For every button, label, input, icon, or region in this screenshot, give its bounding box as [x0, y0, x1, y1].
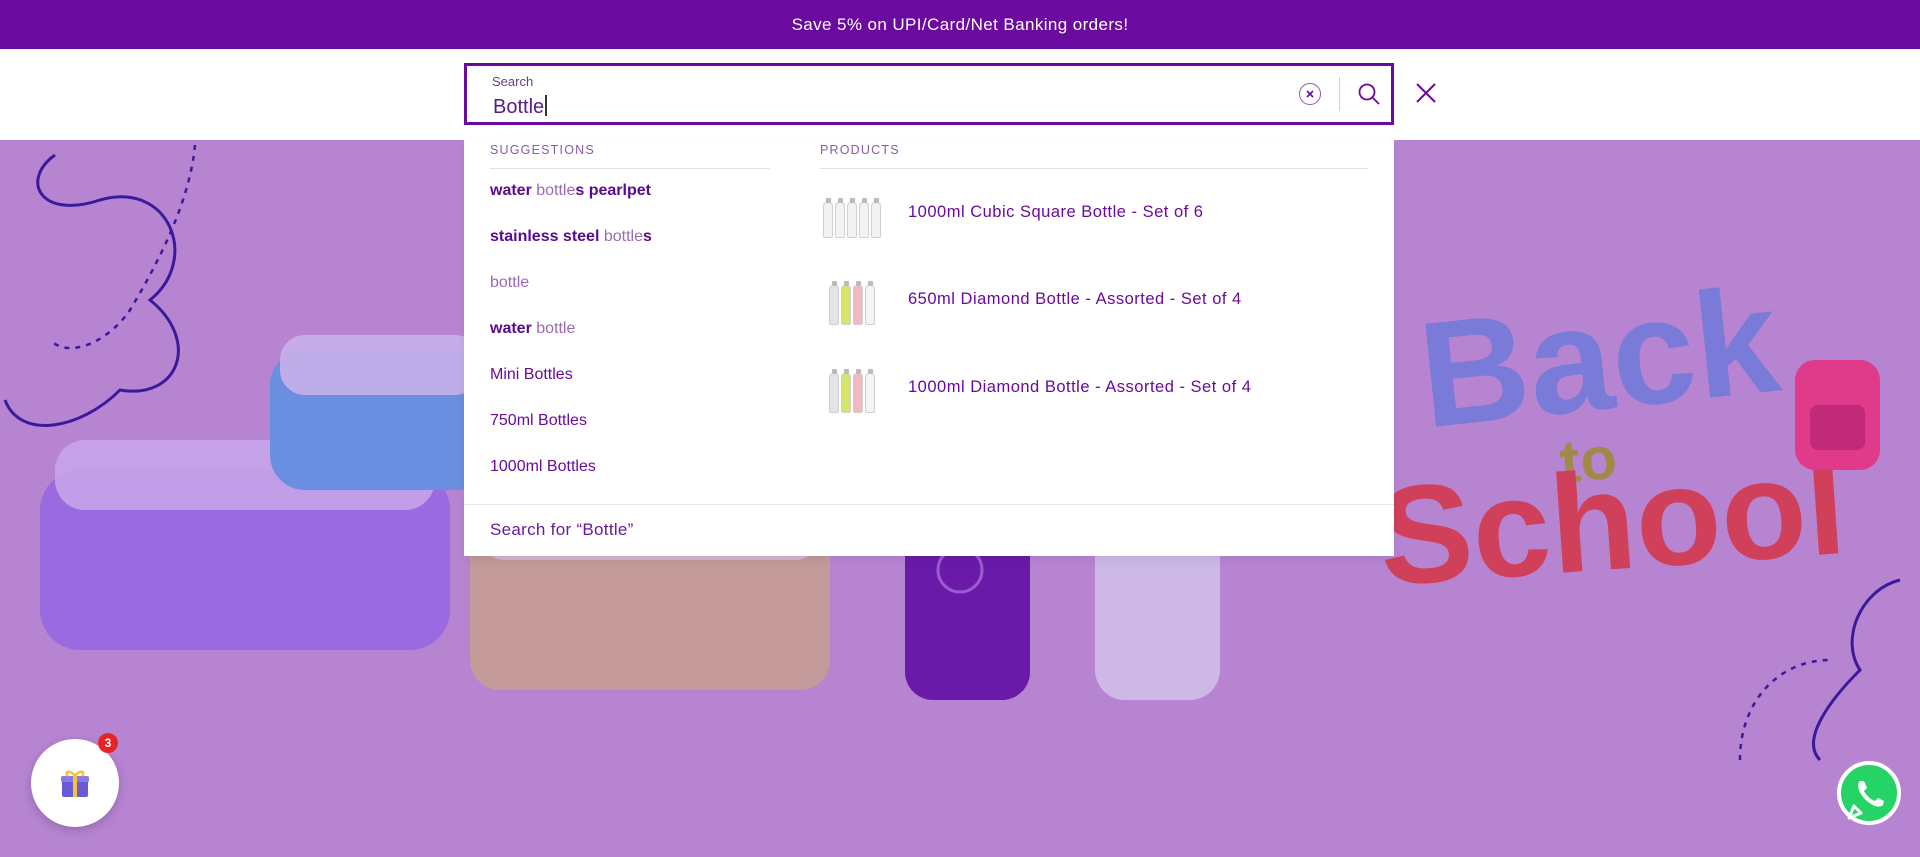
suggestion-item[interactable]: 1000ml Bottles: [490, 458, 596, 476]
suggestion-item[interactable]: stainless steel bottles: [490, 228, 652, 246]
clear-search-button[interactable]: [1299, 83, 1321, 105]
gift-count-badge: 3: [98, 733, 118, 753]
search-label: Search: [492, 74, 534, 89]
suggestion-item[interactable]: 750ml Bottles: [490, 412, 587, 430]
product-result[interactable]: 1000ml Cubic Square Bottle - Set of 6: [820, 172, 1370, 252]
announcement-bar: Save 5% on UPI/Card/Net Banking orders!: [0, 0, 1920, 49]
search-input[interactable]: Search Bottle: [464, 63, 1394, 125]
search-icon: [1358, 83, 1380, 105]
suggestion-item[interactable]: water bottle: [490, 320, 575, 338]
search-value[interactable]: Bottle: [493, 95, 547, 119]
products-divider: [820, 168, 1368, 169]
announcement-text: Save 5% on UPI/Card/Net Banking orders!: [791, 14, 1129, 34]
product-title[interactable]: 1000ml Cubic Square Bottle - Set of 6: [908, 203, 1204, 222]
search-for-link[interactable]: Search for “Bottle”: [490, 520, 634, 540]
product-result[interactable]: 650ml Diamond Bottle - Assorted - Set of…: [820, 259, 1370, 339]
products-heading: PRODUCTS: [820, 143, 900, 157]
product-thumbnail: [820, 273, 884, 325]
whatsapp-chat-button[interactable]: [1835, 760, 1903, 828]
suggestion-item[interactable]: Mini Bottles: [490, 366, 573, 384]
search-submit-button[interactable]: [1352, 77, 1386, 111]
close-icon: [1416, 83, 1436, 103]
whatsapp-icon: [1837, 761, 1901, 825]
suggestion-item[interactable]: bottle: [490, 274, 529, 292]
search-divider: [1339, 77, 1340, 111]
product-title[interactable]: 650ml Diamond Bottle - Assorted - Set of…: [908, 290, 1242, 309]
suggestions-divider: [490, 168, 770, 169]
product-thumbnail: [820, 186, 884, 238]
gift-icon: [61, 770, 89, 797]
dropdown-footer-divider: [464, 504, 1394, 505]
clear-icon: [1306, 90, 1314, 98]
svg-text:School: School: [1374, 426, 1851, 615]
suggestions-heading: SUGGESTIONS: [490, 143, 595, 157]
product-result[interactable]: 1000ml Diamond Bottle - Assorted - Set o…: [820, 347, 1370, 427]
suggestion-item[interactable]: water bottles pearlpet: [490, 182, 651, 200]
product-title[interactable]: 1000ml Diamond Bottle - Assorted - Set o…: [908, 378, 1251, 397]
close-search-button[interactable]: [1411, 78, 1441, 108]
product-thumbnail: [820, 361, 884, 413]
